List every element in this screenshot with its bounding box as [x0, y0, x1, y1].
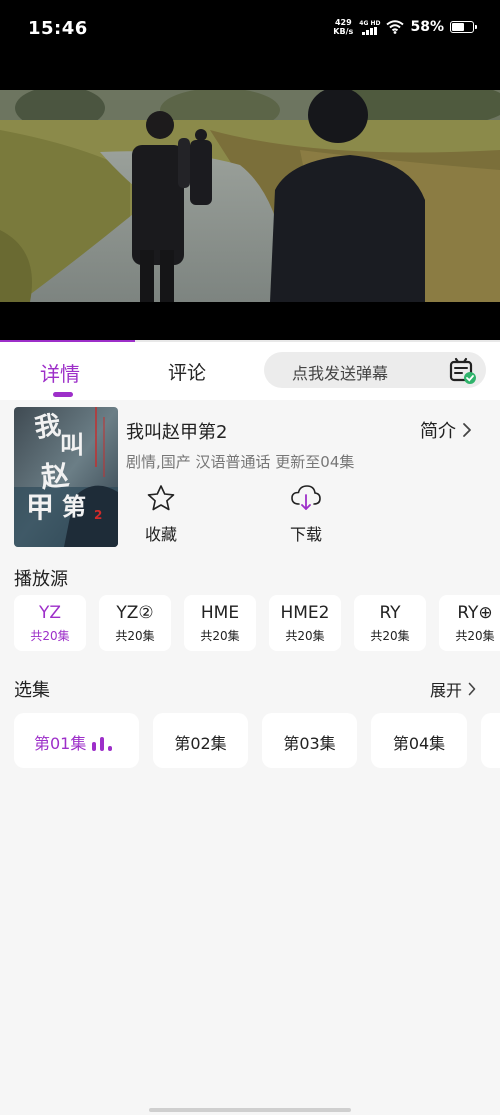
episode-chip-partial[interactable] — [481, 713, 500, 768]
expand-episodes-button[interactable]: 展开 — [430, 677, 476, 701]
svg-text:甲: 甲 — [26, 491, 54, 524]
source-name: RY⊕ — [457, 603, 493, 623]
source-episode-count: 共20集 — [115, 629, 155, 643]
source-chip[interactable]: HME2 共20集 — [269, 595, 341, 651]
episode-chip[interactable]: 第04集 — [371, 713, 467, 768]
episode-chip[interactable]: 第03集 — [262, 713, 357, 768]
source-chip[interactable]: YZ② 共20集 — [99, 595, 171, 651]
tab-details[interactable]: 详情 — [40, 358, 80, 387]
sources-section-title: 播放源 — [14, 569, 68, 590]
wifi-icon — [386, 20, 405, 34]
source-name: YZ② — [116, 603, 154, 623]
intro-button[interactable]: 简介 — [420, 417, 472, 443]
download-button[interactable]: 下载 — [276, 484, 336, 545]
net-speed-unit: KB/s — [333, 27, 354, 36]
episode-chip[interactable]: 第01集 — [14, 713, 139, 768]
video-player[interactable] — [0, 60, 500, 340]
source-chip[interactable]: RY 共20集 — [354, 595, 426, 651]
chevron-right-icon — [463, 423, 471, 437]
status-bar: 15:46 429 KB/s 4G HD 58% — [0, 0, 500, 60]
download-label: 下载 — [289, 525, 322, 544]
source-list[interactable]: YZ 共20集 YZ② 共20集 HME 共20集 HME2 共20集 RY 共… — [14, 595, 500, 651]
favorite-button[interactable]: 收藏 — [131, 484, 191, 545]
network-speed: 429 KB/s — [333, 18, 353, 36]
danmaku-toggle-icon[interactable] — [448, 356, 478, 386]
danmaku-input[interactable]: 点我发送弹幕 — [264, 352, 486, 388]
status-indicators: 429 KB/s 4G HD 58% — [333, 18, 477, 36]
svg-text:我: 我 — [33, 411, 63, 444]
status-time: 15:46 — [28, 18, 88, 39]
source-chip[interactable]: YZ 共20集 — [14, 595, 86, 651]
episode-chip[interactable]: 第02集 — [153, 713, 248, 768]
tab-bar: 详情 评论 点我发送弹幕 — [0, 342, 500, 400]
episode-label: 第04集 — [392, 734, 446, 753]
episode-list[interactable]: 第01集 第02集 第03集 第04集 — [14, 713, 500, 769]
battery-icon — [450, 21, 477, 33]
intro-label: 简介 — [420, 421, 456, 442]
show-meta: 剧情,国产 汉语普通话 更新至04集 — [126, 453, 355, 471]
source-name: RY — [379, 603, 401, 623]
source-episode-count: 共20集 — [30, 629, 70, 643]
expand-label: 展开 — [429, 681, 462, 700]
episode-label: 第03集 — [283, 734, 336, 753]
episodes-section-title: 选集 — [14, 680, 50, 701]
net-speed-value: 429 — [334, 18, 352, 27]
chevron-right-icon — [468, 682, 476, 696]
cellular-signal-icon: 4G HD — [359, 20, 380, 35]
episode-label: 第01集 — [34, 734, 87, 753]
video-frame[interactable] — [0, 90, 500, 302]
poster-image: 我 叫 赵 甲 第 2 — [14, 407, 118, 547]
source-episode-count: 共20集 — [370, 629, 410, 643]
tab-comments[interactable]: 评论 — [168, 358, 206, 385]
svg-text:2: 2 — [94, 508, 102, 522]
active-tab-indicator — [53, 392, 73, 397]
now-playing-icon — [92, 737, 112, 751]
svg-text:叫: 叫 — [60, 430, 84, 459]
source-name: HME — [200, 603, 240, 623]
danmaku-placeholder: 点我发送弹幕 — [292, 364, 389, 383]
source-chip[interactable]: RY⊕ 共20集 — [439, 595, 500, 651]
video-still-image — [0, 90, 500, 302]
cloud-download-icon — [291, 485, 321, 510]
favorite-label: 收藏 — [144, 525, 177, 544]
source-name: HME2 — [280, 603, 330, 623]
show-poster[interactable]: 我 叫 赵 甲 第 2 — [14, 407, 118, 547]
source-name: YZ — [38, 603, 62, 623]
home-indicator[interactable] — [149, 1108, 351, 1112]
svg-text:赵: 赵 — [38, 458, 70, 494]
svg-text:第: 第 — [62, 492, 86, 521]
details-content: 我 叫 赵 甲 第 2 我叫赵甲第2 简介 剧情,国产 汉语普通话 更新至04集… — [0, 400, 500, 1115]
source-episode-count: 共20集 — [200, 629, 240, 643]
source-episode-count: 共20集 — [285, 629, 325, 643]
network-type-label: 4G HD — [359, 19, 381, 27]
source-chip[interactable]: HME 共20集 — [184, 595, 256, 651]
show-title: 我叫赵甲第2 — [126, 422, 228, 443]
battery-percent: 58% — [410, 19, 444, 35]
source-episode-count: 共20集 — [455, 629, 495, 643]
episode-label: 第02集 — [174, 734, 227, 753]
star-icon — [147, 485, 175, 511]
